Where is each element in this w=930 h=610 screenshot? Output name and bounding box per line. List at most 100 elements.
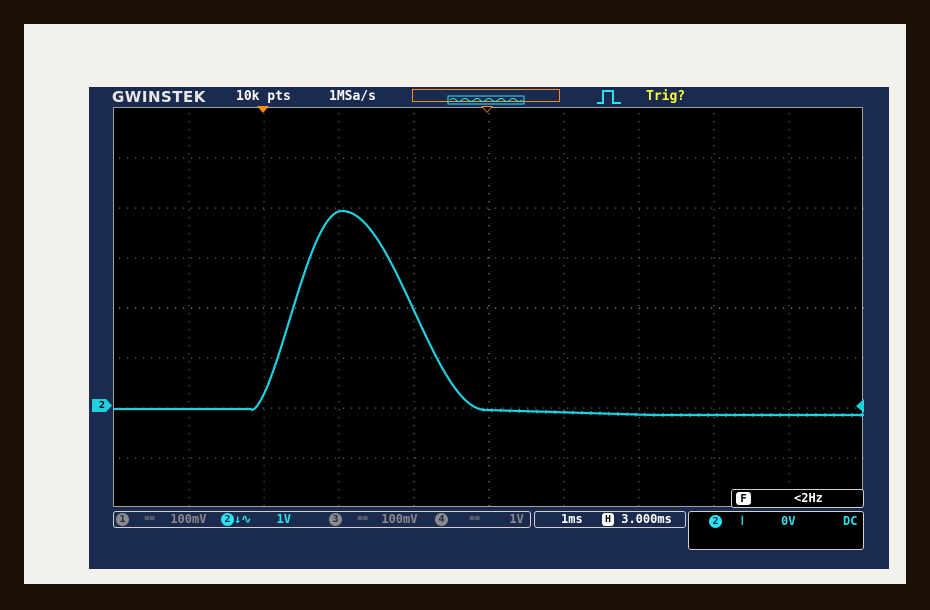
graticule-dot xyxy=(413,137,415,139)
graticule-dot xyxy=(583,157,585,159)
graticule-dot xyxy=(188,393,190,395)
graticule-dot xyxy=(135,207,137,209)
graticule-dot xyxy=(215,207,217,209)
graticule-dot xyxy=(488,497,490,499)
graticule-dot xyxy=(567,357,569,359)
graticule-dot xyxy=(713,233,715,235)
graticule-dot xyxy=(671,307,673,309)
graticule-dot xyxy=(563,505,565,507)
graticule-dot xyxy=(847,207,849,209)
graticule-dot xyxy=(638,129,640,131)
graticule-dot xyxy=(188,137,190,139)
graticule-dot xyxy=(775,357,777,359)
graticule-dot xyxy=(127,357,129,359)
graticule-dot xyxy=(159,357,161,359)
graticule-dot xyxy=(743,257,745,259)
graticule-dot xyxy=(175,307,177,309)
graticule-dot xyxy=(638,209,640,211)
graticule-dot xyxy=(247,457,249,459)
graticule-dot xyxy=(413,129,415,131)
channel-1-info[interactable]: 1 == 100mV xyxy=(116,511,206,528)
graticule-dot xyxy=(799,357,801,359)
horizontal-badge: H xyxy=(602,513,614,526)
waveform-display[interactable] xyxy=(113,107,864,507)
graticule-dot xyxy=(335,257,337,259)
graticule-dot xyxy=(263,345,265,347)
graticule-dot xyxy=(839,457,841,459)
channel-3-info[interactable]: 3 == 100mV xyxy=(329,511,417,528)
graticule-dot xyxy=(367,307,369,309)
graticule-dot xyxy=(327,457,329,459)
graticule-dot xyxy=(279,307,281,309)
graticule-dot xyxy=(413,265,415,267)
graticule-dot xyxy=(713,169,715,171)
graticule-dot xyxy=(711,357,713,359)
graticule-dot xyxy=(655,307,657,309)
graticule-dot xyxy=(559,457,561,459)
trigger-settings[interactable]: 2 ⦚ 0V DC xyxy=(688,511,864,550)
graticule-dot xyxy=(271,257,273,259)
graticule-dot xyxy=(263,337,265,339)
graticule-dot xyxy=(788,297,790,299)
graticule-dot xyxy=(215,157,217,159)
graticule-dot xyxy=(567,457,569,459)
waveform-memory-bar[interactable] xyxy=(412,89,560,105)
ch2-scale: 1V xyxy=(276,512,291,526)
graticule-dot xyxy=(191,207,193,209)
record-length[interactable]: 10k pts xyxy=(236,88,291,106)
graticule-dot xyxy=(188,241,190,243)
graticule-dot xyxy=(279,407,281,409)
graticule-dot xyxy=(263,169,265,171)
channel-4-info[interactable]: 4 == 1V xyxy=(435,511,524,528)
graticule-dot xyxy=(338,385,340,387)
graticule-dot xyxy=(607,457,609,459)
graticule-dot xyxy=(751,357,753,359)
graticule-dot xyxy=(407,207,409,209)
graticule-dot xyxy=(563,233,565,235)
graticule-dot xyxy=(788,273,790,275)
graticule-dot xyxy=(455,257,457,259)
graticule-dot xyxy=(647,407,649,409)
graticule-dot xyxy=(687,307,689,309)
graticule-dot xyxy=(863,207,864,209)
horizontal-position[interactable]: H 3.000ms xyxy=(602,511,672,528)
graticule-dot xyxy=(735,157,737,159)
graticule-dot xyxy=(788,177,790,179)
graticule-dot xyxy=(767,307,769,309)
graticule-dot xyxy=(488,161,490,163)
graticule-dot xyxy=(188,273,190,275)
graticule-dot xyxy=(799,257,801,259)
graticule-dot xyxy=(415,307,417,309)
graticule-dot xyxy=(413,153,415,155)
graticule-dot xyxy=(638,377,640,379)
trigger-level-marker[interactable] xyxy=(856,399,864,413)
graticule-dot xyxy=(359,357,361,359)
channel-2-info[interactable]: 2 ↓∿ 1V xyxy=(221,511,291,528)
graticule-dot xyxy=(783,457,785,459)
graticule-dot xyxy=(263,249,265,251)
graticule-dot xyxy=(471,457,473,459)
graticule-dot xyxy=(743,357,745,359)
graticule-dot xyxy=(788,201,790,203)
graticule-dot xyxy=(591,457,593,459)
graticule-dot xyxy=(615,457,617,459)
graticule-dot xyxy=(143,307,145,309)
graticule-dot xyxy=(488,361,490,363)
graticule-dot xyxy=(319,207,321,209)
graticule-dot xyxy=(413,161,415,163)
graticule-dot xyxy=(713,449,715,451)
graticule-dot xyxy=(583,357,585,359)
ch2-ground-marker[interactable]: 2 xyxy=(92,399,112,412)
graticule-dot xyxy=(431,457,433,459)
graticule-dot xyxy=(815,207,817,209)
graticule-dot xyxy=(338,257,340,259)
graticule-dot xyxy=(223,357,225,359)
graticule-dot xyxy=(713,249,715,251)
graticule-dot xyxy=(791,207,793,209)
graticule-dot xyxy=(407,457,409,459)
graticule-dot xyxy=(855,357,857,359)
graticule-dot xyxy=(599,157,601,159)
graticule-dot xyxy=(263,225,265,227)
graticule-dot xyxy=(239,257,241,259)
graticule-dot xyxy=(455,157,457,159)
